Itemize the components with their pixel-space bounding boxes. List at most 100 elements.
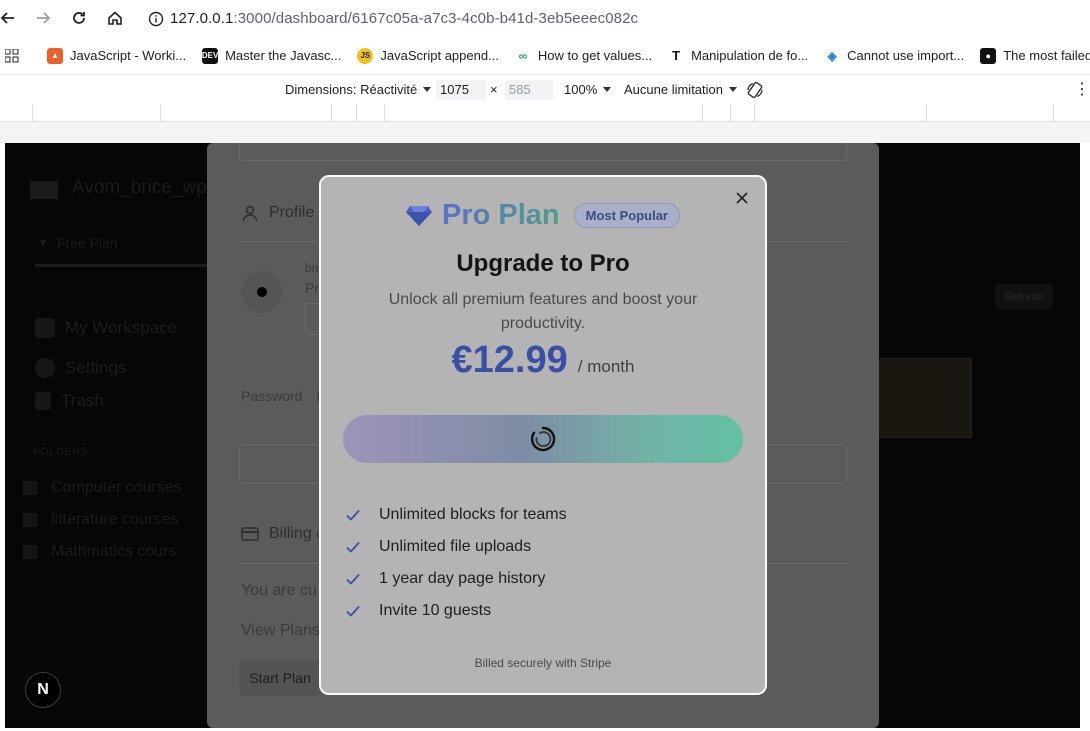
folder-icon <box>23 481 37 495</box>
nextjs-dev-badge[interactable]: N <box>25 672 61 708</box>
user-icon <box>242 205 258 222</box>
gear-icon <box>35 358 55 378</box>
js-icon: JS <box>357 47 374 64</box>
plan-indicator: ▼ Free Plan <box>37 235 118 251</box>
folders-heading: FOLDERS <box>33 446 89 458</box>
billing-note: Billed securely with Stripe <box>474 656 612 670</box>
bookmark-item[interactable]: DEV Master the Javasc... <box>194 47 349 64</box>
modal-heading: Upgrade to Pro <box>456 250 630 277</box>
profile-section-label: Profile <box>241 204 314 222</box>
upgrade-button[interactable] <box>343 415 743 463</box>
nav-settings[interactable]: Settings <box>35 358 126 378</box>
rotate-button[interactable] <box>745 80 765 100</box>
arrow-left-icon <box>0 12 14 24</box>
device-toolbar: Dimensions: Réactivité 1075 × 585 100% A… <box>0 74 1090 104</box>
dev-icon: DEV <box>202 47 218 64</box>
price-row: €12.99 / month <box>319 339 767 382</box>
background-card <box>877 358 972 438</box>
arrow-right-icon <box>37 12 51 24</box>
plan-usage-bar <box>35 264 210 267</box>
credit-card-icon <box>241 527 259 541</box>
browser-toolbar: 127.0.0.1:3000/dashboard/6167c05a-a7c3-4… <box>0 0 1090 37</box>
price: €12.99 <box>451 339 568 381</box>
rotate-icon <box>747 81 763 99</box>
dimensions-dropdown[interactable]: Dimensions: Réactivité <box>285 82 432 97</box>
app-sidebar: Avom_brice_wp ▼ Free Plan My Workspace S… <box>5 143 210 728</box>
modal-subtitle: Unlock all premium features and boost yo… <box>388 291 698 332</box>
bookmark-item[interactable]: ▲ JavaScript - Worki... <box>39 47 194 64</box>
upgrade-modal: Pro Plan Most Popular Upgrade to Pro Unl… <box>319 175 767 695</box>
address-bar[interactable]: 127.0.0.1:3000/dashboard/6167c05a-a7c3-4… <box>142 4 1090 33</box>
bookmark-item[interactable]: ●The most failed J <box>972 47 1090 64</box>
settings-top-field <box>239 143 847 161</box>
reload-icon <box>73 12 85 24</box>
folder-item[interactable]: litterature courses <box>23 511 178 529</box>
check-icon <box>346 509 360 521</box>
site-info-icon[interactable] <box>142 11 170 27</box>
throttle-dropdown[interactable]: Aucune limitation <box>624 82 737 97</box>
apps-grid-button[interactable] <box>0 48 33 63</box>
bookmark-item[interactable]: JS JavaScript append... <box>349 47 507 64</box>
check-icon <box>346 541 360 553</box>
diamond-icon <box>406 205 432 226</box>
feature-item: 1 year day page history <box>345 570 545 588</box>
caret-down-icon <box>729 87 737 92</box>
billing-section-label: Billing & <box>241 525 327 543</box>
width-input[interactable]: 1075 <box>436 80 486 100</box>
bookmarks-bar: ▲ JavaScript - Worki... DEV Master the Jav… <box>0 37 1090 74</box>
url-text: 127.0.0.1:3000/dashboard/6167c05a-a7c3-4… <box>170 10 639 27</box>
bookmark-item[interactable]: ◈ Cannot use import... <box>816 48 972 64</box>
back-button[interactable] <box>0 4 22 32</box>
nav-my-workspace[interactable]: My Workspace <box>35 318 177 338</box>
check-icon <box>346 605 360 617</box>
home-icon <box>108 11 122 25</box>
times-label: × <box>490 82 498 97</box>
emulated-viewport: Avom_brice_wp ▼ Free Plan My Workspace S… <box>5 143 1080 728</box>
nav-trash[interactable]: Trash <box>35 391 104 411</box>
avatar[interactable] <box>241 271 283 313</box>
viewport-gutter <box>0 122 1090 143</box>
spinner-icon <box>530 426 556 452</box>
folder-item[interactable]: Computer courses <box>23 479 182 497</box>
user-email: bri <box>305 261 319 275</box>
bookmark-item[interactable]: ∞ How to get values... <box>507 48 660 64</box>
user-plan: Pr <box>305 280 319 296</box>
triangle-down-icon: ▼ <box>37 236 49 250</box>
fire-icon: ▲ <box>47 47 63 64</box>
current-plan-text: You are cu <box>241 582 317 599</box>
check-icon <box>346 573 360 585</box>
reload-button[interactable] <box>65 4 93 32</box>
more-options-icon[interactable]: ⋮ <box>1074 79 1090 99</box>
caret-down-icon <box>603 87 612 92</box>
media-query-ruler <box>0 104 1090 122</box>
home-icon <box>35 318 55 338</box>
home-button[interactable] <box>101 4 129 32</box>
forward-button[interactable] <box>29 4 57 32</box>
billing-period: / month <box>577 357 635 376</box>
folder-icon <box>23 545 37 559</box>
caret-down-icon <box>423 87 432 92</box>
stack-icon: ◈ <box>827 48 837 63</box>
workspace-logo <box>30 181 58 199</box>
zoom-dropdown[interactable]: 100% <box>564 82 612 97</box>
plan-header: Pro Plan Most Popular <box>319 199 767 232</box>
feature-item: Invite 10 guests <box>345 602 491 620</box>
link-icon: ∞ <box>518 48 528 63</box>
apps-grid-icon <box>5 48 19 62</box>
folder-item[interactable]: Mathmatics cours <box>23 543 176 561</box>
password-label: Password F <box>241 388 325 404</box>
video-icon: ● <box>980 47 997 64</box>
trash-icon <box>35 392 51 410</box>
folder-icon <box>23 513 37 527</box>
bookmark-item[interactable]: T Manipulation de fo... <box>660 48 816 64</box>
refresh-button[interactable]: Refresh <box>995 284 1053 310</box>
plan-name: Pro Plan <box>442 199 560 231</box>
t-icon: T <box>672 48 681 63</box>
feature-item: Unlimited file uploads <box>345 538 531 556</box>
workspace-name[interactable]: Avom_brice_wp <box>72 177 207 199</box>
start-plan-button[interactable]: Start Plan <box>239 660 321 696</box>
feature-item: Unlimited blocks for teams <box>345 506 567 524</box>
popular-badge: Most Popular <box>573 203 680 228</box>
view-plans-link[interactable]: View Plans <box>241 622 320 640</box>
height-input[interactable]: 585 <box>505 80 553 100</box>
